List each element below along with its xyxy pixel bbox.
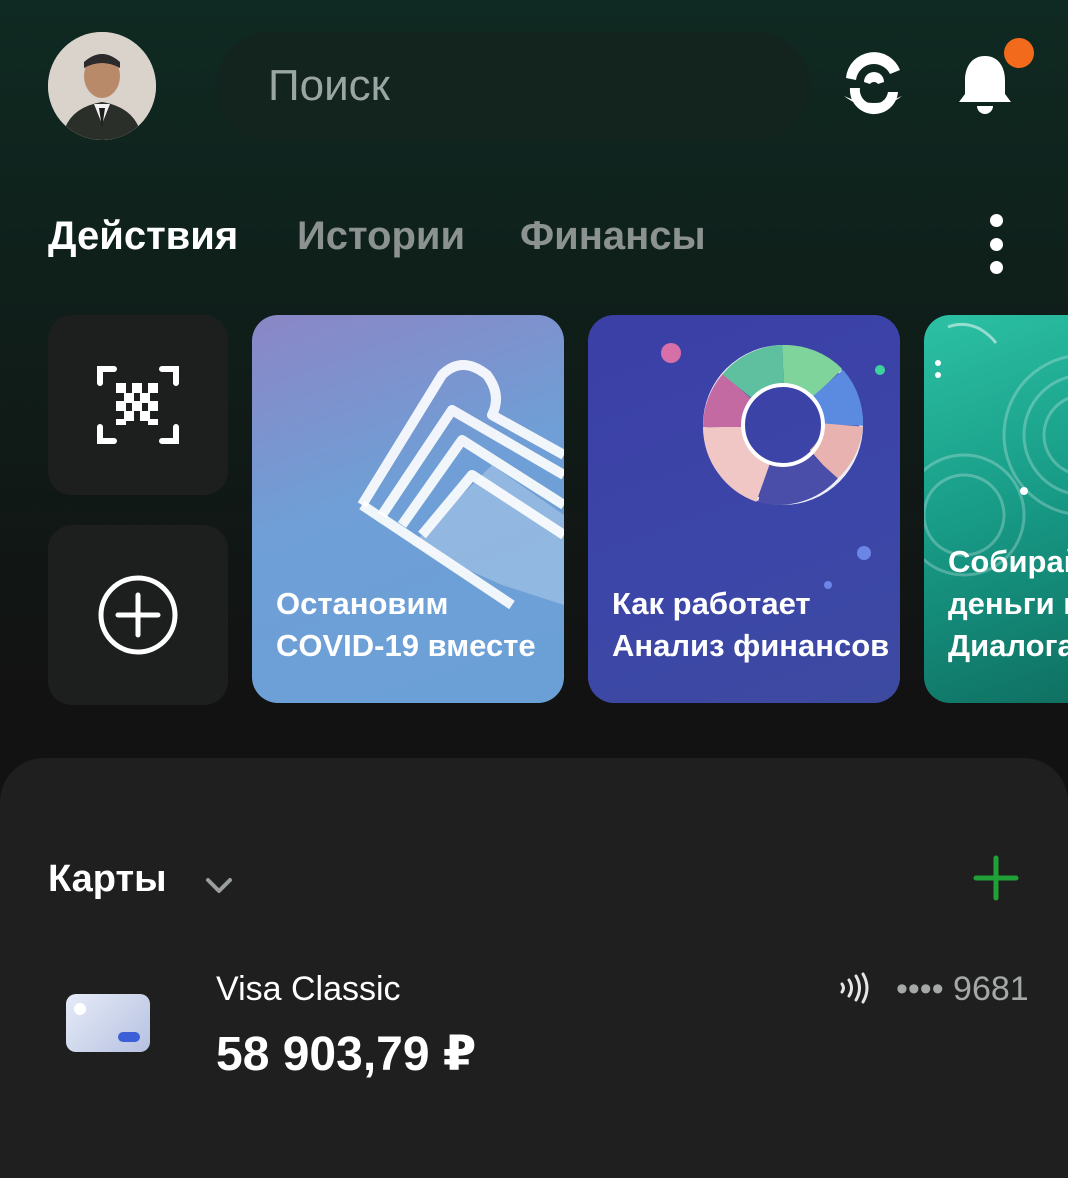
contactless-icon	[836, 970, 872, 1006]
avatar-photo	[48, 32, 156, 140]
card-number: •••• 9681	[896, 970, 1029, 1008]
story-card-covid[interactable]: Остановим COVID-19 вместе	[252, 315, 564, 703]
story-title: Собирай деньги в Диалога	[948, 544, 1068, 663]
tab-stories[interactable]: Истории	[297, 214, 465, 259]
more-options-icon[interactable]	[978, 214, 1014, 274]
card-thumbnail[interactable]	[66, 994, 150, 1052]
story-card-finance-analysis[interactable]: Как работает Анализ финансов	[588, 315, 900, 703]
tab-actions[interactable]: Действия	[48, 214, 238, 259]
story-card-collect-money[interactable]: Собирай деньги в Диалога	[924, 315, 1068, 703]
tab-finances[interactable]: Финансы	[520, 214, 706, 259]
chevron-down-icon[interactable]	[202, 868, 236, 902]
notification-badge	[1004, 38, 1034, 68]
search-input[interactable]	[266, 60, 810, 112]
cards-panel	[0, 758, 1068, 1178]
assistant-icon[interactable]	[840, 48, 906, 120]
cards-section-title[interactable]: Карты	[48, 858, 167, 901]
qr-scan-button[interactable]	[48, 315, 228, 495]
qr-scan-icon	[97, 366, 179, 444]
add-circle-icon	[98, 575, 178, 655]
card-name[interactable]: Visa Classic	[216, 970, 401, 1009]
plus-icon	[973, 855, 1019, 901]
profile-avatar[interactable]	[48, 32, 156, 140]
add-action-button[interactable]	[48, 525, 228, 705]
search-bar[interactable]	[216, 32, 810, 140]
story-title: Остановим COVID-19 вместе	[276, 586, 536, 663]
add-card-button[interactable]	[972, 854, 1020, 902]
card-balance[interactable]: 58 903,79 ₽	[216, 1026, 476, 1082]
story-title: Как работает Анализ финансов	[612, 586, 890, 663]
